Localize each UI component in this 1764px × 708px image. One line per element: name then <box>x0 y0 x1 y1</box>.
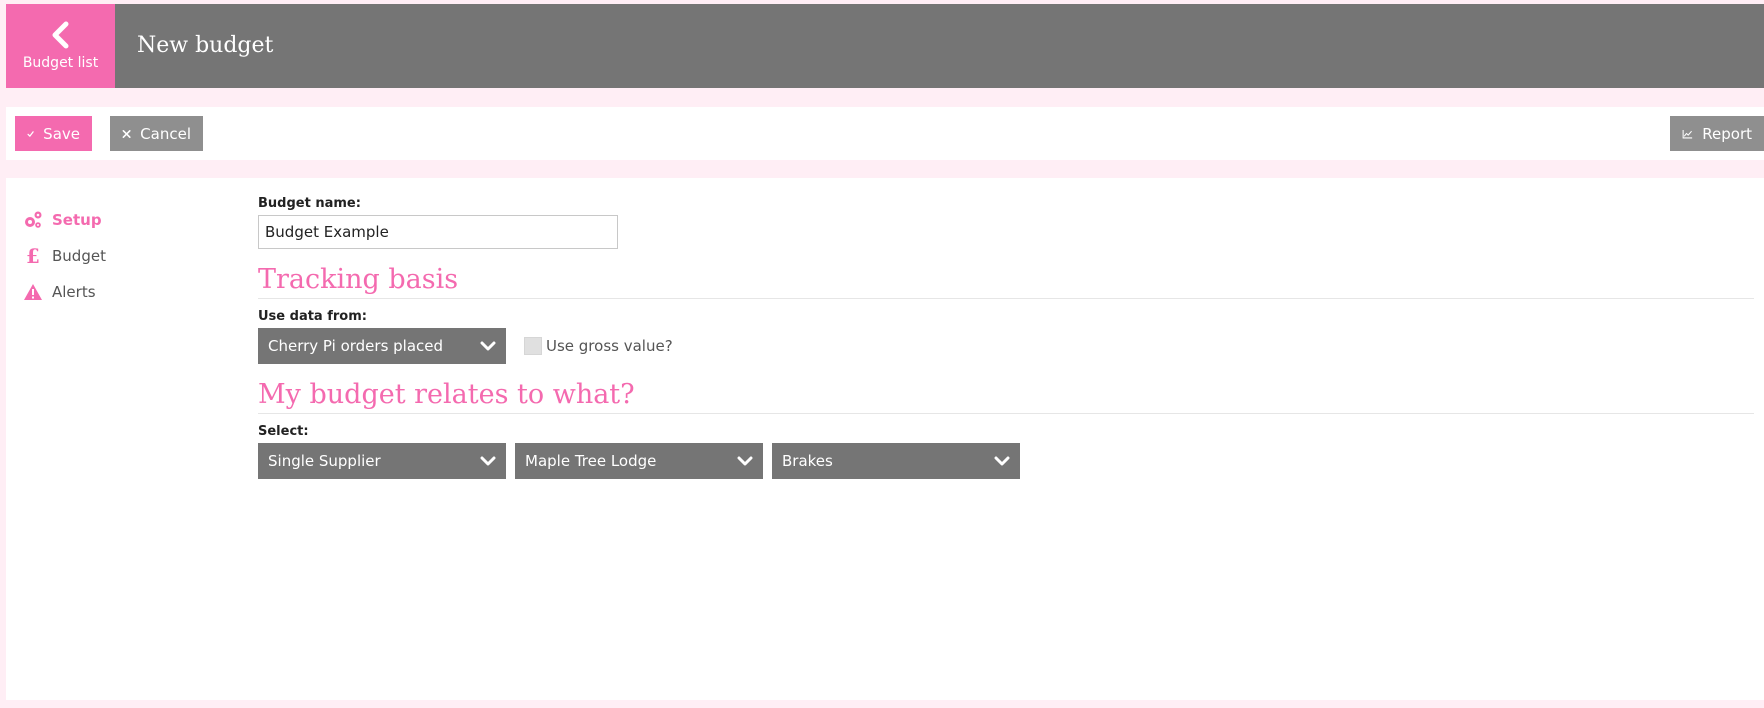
supplier-value: Brakes <box>782 452 833 470</box>
setup-form: Budget name: Tracking basis Use data fro… <box>258 196 1754 479</box>
use-data-from-value: Cherry Pi orders placed <box>268 337 444 355</box>
tracking-basis-heading: Tracking basis <box>258 264 1754 299</box>
close-icon <box>122 129 131 138</box>
gears-icon <box>25 211 42 228</box>
select-label: Select: <box>258 424 309 439</box>
back-button-label: Budget list <box>22 55 99 71</box>
supplier-type-value: Single Supplier <box>268 452 381 470</box>
use-data-from-label: Use data from: <box>258 309 367 324</box>
save-button[interactable]: Save <box>15 116 92 151</box>
pound-icon: £ <box>26 246 40 266</box>
budget-name-label: Budget name: <box>258 196 361 211</box>
budget-relates-heading: My budget relates to what? <box>258 379 1754 414</box>
chevron-down-icon <box>480 456 496 466</box>
chevron-down-icon <box>480 341 496 351</box>
report-button[interactable]: Report <box>1670 116 1764 151</box>
sidebar-item-label: Budget <box>52 247 106 265</box>
use-gross-value-label: Use gross value? <box>546 337 673 355</box>
sidebar-nav: Setup £ Budget Alerts <box>23 202 106 310</box>
chevron-down-icon <box>737 456 753 466</box>
cancel-button-label: Cancel <box>140 124 191 143</box>
chevron-down-icon <box>994 456 1010 466</box>
toolbar: Save Cancel Report <box>6 107 1764 160</box>
sidebar-item-label: Setup <box>52 211 102 229</box>
sidebar-item-alerts[interactable]: Alerts <box>23 274 106 310</box>
line-chart-icon <box>1682 129 1693 138</box>
sidebar-item-label: Alerts <box>52 283 96 301</box>
save-button-label: Save <box>43 124 80 143</box>
app-header: Budget list New budget <box>6 4 1764 88</box>
use-data-from-select[interactable]: Cherry Pi orders placed <box>258 328 506 364</box>
back-to-budget-list-button[interactable]: Budget list <box>6 4 115 88</box>
site-value: Maple Tree Lodge <box>525 452 657 470</box>
checkbox-box[interactable] <box>524 337 542 355</box>
sidebar-item-setup[interactable]: Setup <box>23 202 106 238</box>
sidebar-item-budget[interactable]: £ Budget <box>23 238 106 274</box>
supplier-select[interactable]: Brakes <box>772 443 1020 479</box>
use-gross-value-checkbox[interactable]: Use gross value? <box>524 337 673 355</box>
chevron-left-icon <box>52 21 68 49</box>
report-button-label: Report <box>1702 124 1752 143</box>
cancel-button[interactable]: Cancel <box>110 116 203 151</box>
supplier-type-select[interactable]: Single Supplier <box>258 443 506 479</box>
svg-text:£: £ <box>26 246 40 266</box>
checkmark-icon <box>27 130 34 137</box>
page-title: New budget <box>137 33 274 58</box>
site-select[interactable]: Maple Tree Lodge <box>515 443 763 479</box>
warning-icon <box>24 284 42 300</box>
budget-name-input[interactable] <box>258 215 618 249</box>
main-panel: Setup £ Budget Alerts Budget name: Track… <box>6 178 1764 700</box>
